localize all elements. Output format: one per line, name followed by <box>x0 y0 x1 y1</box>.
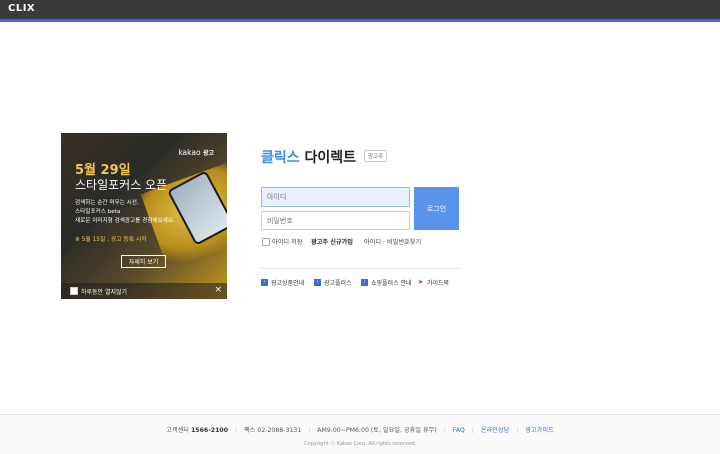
kakao-logo-text: kakao <box>178 148 201 157</box>
top-bar-accent-line <box>0 19 720 22</box>
arrow-icon: › <box>314 279 321 286</box>
quick-link-label: 광고상품안내 <box>271 280 305 287</box>
save-id-checkbox[interactable] <box>262 238 270 246</box>
id-input[interactable] <box>261 187 410 207</box>
service-title: 클릭스 다이렉트 <box>261 147 356 167</box>
login-button[interactable]: 로그인 <box>414 187 459 230</box>
phone-number: 1566-2100 <box>190 427 228 434</box>
footer-info: 고객센터 1566-2100 | 팩스 02-2088-3131 | AM9:0… <box>0 425 720 434</box>
banner-notice: ※ 5월 15일 : 광고 등록 시작 <box>75 237 147 243</box>
signup-link[interactable]: 광고주 신규가입 <box>311 237 353 246</box>
banner-desc-line: 검색하는 순간 머무는 시선, <box>75 200 139 206</box>
quick-link-label: 가이드북 <box>427 280 450 287</box>
banner-desc-line: 스타일포커스 beta <box>75 209 121 215</box>
service-title-part1: 클릭스 <box>261 150 300 166</box>
arrow-icon: › <box>261 279 268 286</box>
top-bar: CLIX <box>0 0 720 19</box>
guidebook-icon: ➤ <box>417 278 424 286</box>
hide-today-label[interactable]: 하루동안 열지않기 <box>81 287 127 296</box>
quick-link-label: 쇼핑플러스 안내 <box>371 280 412 287</box>
promo-banner[interactable]: kakao 광고 5월 29일 스타일포커스 오픈 검색하는 순간 머무는 시선… <box>61 133 227 299</box>
banner-close-icon[interactable]: × <box>214 285 222 295</box>
ad-guide-link[interactable]: 광고가이드 <box>525 427 553 434</box>
app-title: CLIX <box>8 3 36 14</box>
copyright: Copyright ⓒ Kakao Corp. All rights reser… <box>304 441 416 447</box>
password-input[interactable] <box>261 211 410 230</box>
quick-link-ad-plus[interactable]: › 광고플러스 <box>314 278 352 287</box>
faq-link[interactable]: FAQ <box>453 427 465 434</box>
banner-desc-line: 새로운 이미지형 검색광고를 경험해보세요. <box>75 218 175 224</box>
find-account-link[interactable]: 아이디 · 비밀번호찾기 <box>364 237 421 246</box>
business-hours: AM9:00~PM6:00 (토, 일요일, 공휴일 휴무) <box>317 427 437 434</box>
quick-link-label: 광고플러스 <box>324 280 352 287</box>
banner-description: 검색하는 순간 머무는 시선, 스타일포커스 beta 새로운 이미지형 검색광… <box>75 199 225 226</box>
separator: | <box>516 427 519 434</box>
arrow-icon: › <box>361 279 368 286</box>
fax-number: 02-2088-3131 <box>257 427 302 434</box>
quick-link-guidebook[interactable]: ➤ 가이드북 <box>417 278 449 287</box>
separator: | <box>471 427 474 434</box>
kakao-logo-sub: 광고 <box>202 150 214 157</box>
kakao-ad-logo: kakao 광고 <box>178 148 214 157</box>
quick-link-shopping-plus[interactable]: › 쇼핑플러스 안내 <box>361 278 412 287</box>
separator: | <box>308 427 311 434</box>
fax-label: 팩스 <box>244 427 256 434</box>
separator: | <box>443 427 446 434</box>
separator: | <box>234 427 238 434</box>
online-consult-link[interactable]: 온라인상담 <box>481 427 509 434</box>
hide-today-checkbox[interactable] <box>70 287 78 295</box>
divider <box>261 268 459 269</box>
phone-label: 고객센터 <box>166 427 190 434</box>
banner-headline: 스타일포커스 오픈 <box>75 178 168 192</box>
quick-link-ad-products[interactable]: › 광고상품안내 <box>261 278 304 287</box>
banner-detail-button[interactable]: 자세히 보기 <box>121 255 166 268</box>
service-title-part2: 다이렉트 <box>299 150 357 166</box>
page-footer: 고객센터 1566-2100 | 팩스 02-2088-3131 | AM9:0… <box>0 414 720 454</box>
advertiser-badge: 광고주 <box>364 150 388 162</box>
save-id-label[interactable]: 아이디 저장 <box>272 237 302 246</box>
banner-footer: 하루동안 열지않기 × <box>61 283 227 299</box>
